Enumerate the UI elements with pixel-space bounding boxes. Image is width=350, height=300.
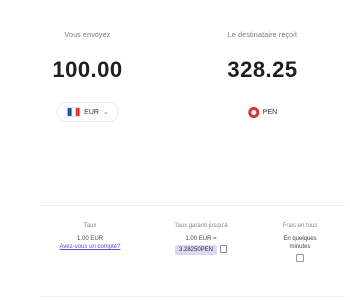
guaranteed-column: Taux garanti jusqu'à 1.00 EUR = 3.28250P… <box>148 222 254 255</box>
chevron-down-icon: ⌄ <box>102 109 109 116</box>
send-currency-code: EUR <box>84 108 99 116</box>
fees-line-1: En quelques <box>283 236 317 242</box>
receive-amount: 328.25 <box>227 57 298 82</box>
rate-column: Taux 1.00 EUR Avez-vous un compte? <box>40 222 140 251</box>
guaranteed-value: 1.00 EUR = <box>185 236 217 242</box>
transfer-details: Taux 1.00 EUR Avez-vous un compte? Taux … <box>40 222 345 292</box>
receive-panel: Le destinataire reçoit 328.25 PEN <box>175 0 350 140</box>
rate-value: 1.00 EUR <box>76 236 103 242</box>
send-currency-select[interactable]: EUR ⌄ <box>56 102 119 122</box>
flag-stripe-3 <box>75 108 80 116</box>
receive-caption: Le destinataire reçoit <box>227 32 298 39</box>
eu-flag-icon <box>66 107 81 117</box>
rate-chip: 3.28250PEN <box>174 245 218 255</box>
converter: Vous envoyez 100.00 EUR ⌄ Le destinatair… <box>0 0 350 140</box>
pe-flag-icon <box>247 106 259 118</box>
receive-currency-select[interactable]: PEN <box>237 102 288 122</box>
copy-icon[interactable] <box>220 245 228 254</box>
fees-column: Frais en tous En quelques minutes <box>258 222 342 265</box>
rate-title: Taux <box>83 223 97 229</box>
send-panel: Vous envoyez 100.00 EUR ⌄ <box>0 0 175 140</box>
fees-title: Frais en tous <box>282 223 318 229</box>
guaranteed-title: Taux garanti jusqu'à <box>174 223 228 229</box>
info-icon[interactable] <box>296 254 304 262</box>
send-amount[interactable]: 100.00 <box>0 57 175 83</box>
send-caption: Vous envoyez <box>64 32 111 39</box>
receive-currency-code: PEN <box>262 108 278 116</box>
fees-line-2: minutes <box>289 244 311 250</box>
divider <box>40 205 345 206</box>
account-link[interactable]: Avez-vous un compte? <box>40 243 140 251</box>
divider-bottom <box>40 296 345 297</box>
